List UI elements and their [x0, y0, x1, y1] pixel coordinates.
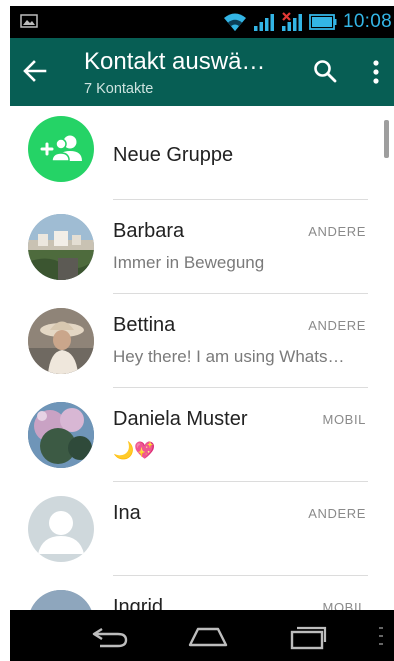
more-vertical-icon[interactable]	[368, 58, 384, 86]
status-icons: 10:08	[223, 6, 394, 38]
wifi-icon	[223, 13, 246, 31]
nav-home-icon[interactable]	[186, 623, 230, 649]
navigation-bar	[10, 610, 394, 661]
no-sim-signal-icon	[281, 12, 302, 31]
contact-row[interactable]: Bettina ANDERE Hey there! I am using Wha…	[10, 294, 394, 388]
contact-row[interactable]: Daniela Muster MOBIL 🌙💖	[10, 388, 394, 482]
contact-status: Immer in Bewegung	[113, 253, 265, 272]
contact-row[interactable]: Ina ANDERE	[10, 482, 394, 576]
contact-status: Hey there! I am using Whats…	[113, 347, 345, 366]
nav-recent-apps-icon[interactable]	[286, 622, 330, 650]
contact-count: 7 Kontakte	[84, 81, 154, 97]
contact-status: 🌙💖	[113, 441, 156, 460]
phone-type: ANDERE	[308, 318, 366, 333]
contact-row[interactable]: Ingrid MOBIL	[10, 576, 394, 610]
contact-name: Bettina	[113, 314, 176, 336]
contact-photo	[28, 214, 94, 280]
add-group-icon	[40, 135, 82, 162]
page-title: Kontakt auswä…	[84, 48, 266, 75]
phone-type: ANDERE	[308, 506, 366, 521]
status-clock: 10:08	[342, 11, 392, 32]
default-avatar-icon	[38, 511, 84, 554]
new-group-label: Neue Gruppe	[113, 144, 234, 166]
new-group-row[interactable]: Neue Gruppe	[10, 106, 394, 200]
contact-name: Ingrid	[113, 596, 164, 610]
avatar	[28, 308, 94, 374]
avatar	[28, 402, 94, 468]
phone-type: MOBIL	[322, 600, 366, 610]
back-arrow-icon[interactable]	[22, 58, 48, 84]
phone-type: ANDERE	[308, 224, 366, 239]
contact-photo	[28, 308, 94, 374]
avatar	[28, 496, 94, 562]
phone-type: MOBIL	[322, 412, 366, 427]
search-icon[interactable]	[312, 58, 338, 84]
contact-photo	[28, 590, 94, 610]
scrollbar[interactable]	[384, 120, 389, 158]
new-group-avatar	[28, 116, 94, 182]
contact-photo	[28, 402, 94, 468]
avatar	[28, 214, 94, 280]
contact-name: Ina	[113, 502, 141, 524]
contact-list[interactable]: Neue Gruppe Barbara ANDERE Immer in Bewe…	[10, 106, 394, 610]
battery-icon	[309, 14, 337, 30]
contact-name: Barbara	[113, 220, 185, 242]
contact-name: Daniela Muster	[113, 408, 248, 430]
status-bar: 10:08	[10, 6, 394, 38]
nav-menu-icon[interactable]	[378, 625, 384, 647]
nav-back-icon[interactable]	[88, 623, 132, 649]
contact-row[interactable]: Barbara ANDERE Immer in Bewegung	[10, 200, 394, 294]
image-notification-icon	[20, 14, 38, 28]
app-bar: Kontakt auswä… 7 Kontakte	[10, 38, 394, 106]
avatar	[28, 590, 94, 610]
signal-icon	[253, 14, 274, 31]
